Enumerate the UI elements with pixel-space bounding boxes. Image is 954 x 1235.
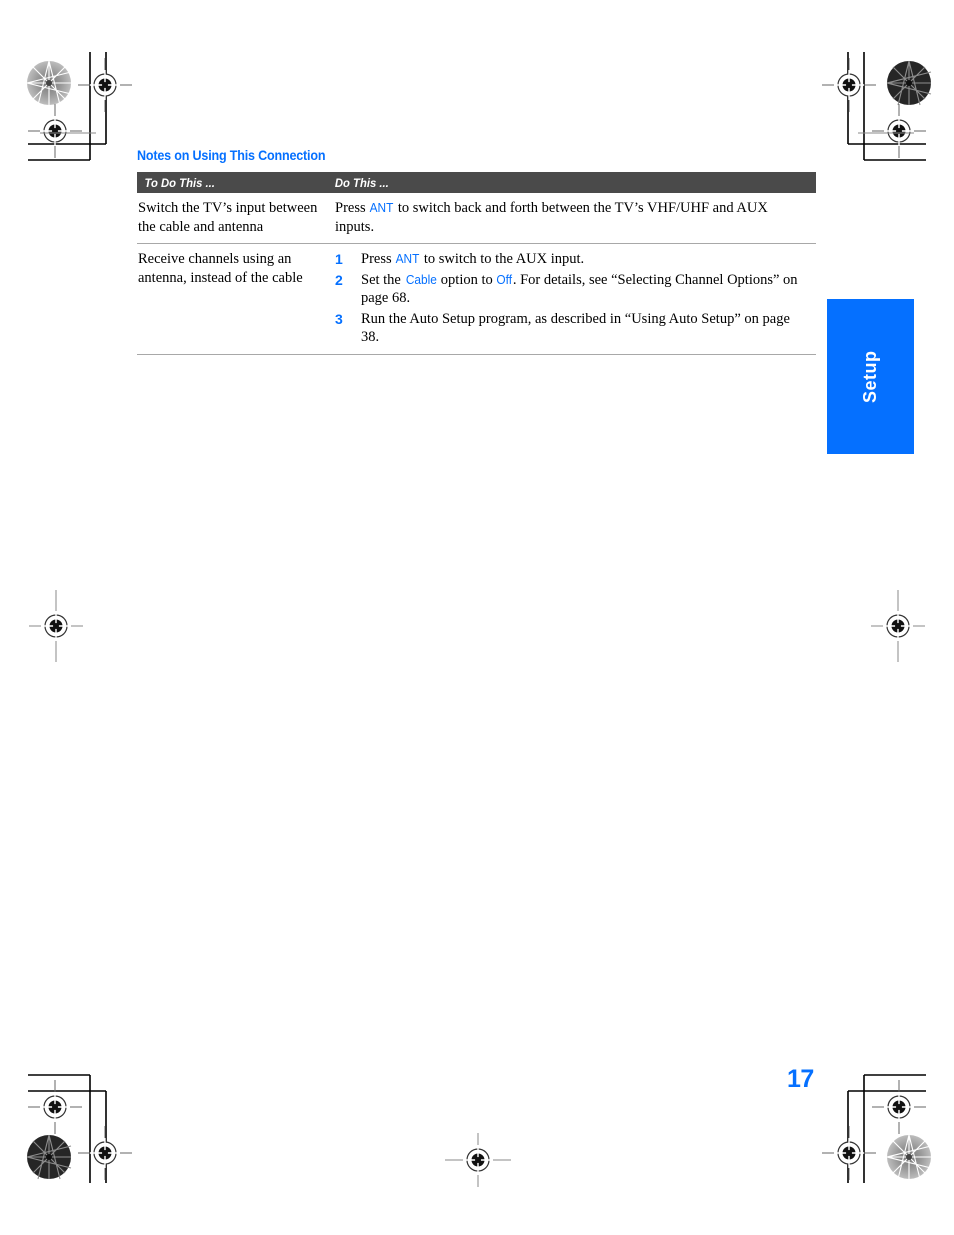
step-item: 1 Press ANT to switch to the AUX input. [335, 250, 816, 269]
keyword-ant: ANT [369, 201, 394, 215]
step-text-run: Set the [361, 271, 405, 288]
section-title: Notes on Using This Connection [137, 148, 326, 163]
step-number: 2 [335, 271, 343, 288]
table-row: Switch the TV’s input between the cable … [137, 193, 816, 244]
side-tab-label: Setup [860, 350, 880, 403]
step-item: 3 Run the Auto Setup program, as describe… [335, 310, 816, 347]
step-text-run: Run the Auto Setup program, as described… [361, 310, 790, 346]
column-header-to-do-this: To Do This ... [144, 175, 215, 190]
step-number: 3 [335, 310, 343, 327]
table-header-row: To Do This ... Do This ... [137, 172, 816, 193]
section-side-tab: Setup [827, 299, 914, 454]
notes-table: To Do This ... Do This ... Switch the TV… [137, 172, 816, 355]
action-text-before: Press [335, 200, 370, 216]
step-text: Set the Cable option to Off. For details… [361, 271, 816, 308]
row-action: Press ANT to switch back and forth betwe… [333, 199, 816, 236]
table-row: Receive channels using an antenna, inste… [137, 244, 816, 355]
step-number: 1 [335, 251, 343, 267]
step-list: 1 Press ANT to switch to the AUX input. 2 S… [335, 250, 816, 347]
action-text-after: to switch back and forth between the TV’… [335, 200, 768, 235]
step-text-run: to switch to the AUX input. [420, 251, 585, 267]
keyword-off: Off [496, 272, 513, 287]
row-action: 1 Press ANT to switch to the AUX input. 2 S… [333, 250, 816, 347]
step-item: 2 Set the Cable option to Off. For detail… [335, 271, 816, 308]
step-text-run: Press [361, 251, 396, 267]
keyword-cable: Cable [405, 272, 437, 287]
page-number: 17 [787, 1065, 814, 1093]
step-text: Press ANT to switch to the AUX input. [361, 250, 816, 269]
row-task-label: Receive channels using an antenna, inste… [138, 251, 303, 286]
row-task-label: Switch the TV’s input between the cable … [138, 200, 318, 235]
page-content: Notes on Using This Connection To Do Thi… [0, 0, 954, 1235]
column-header-do-this: Do This ... [334, 175, 389, 190]
step-text-run: option to [437, 271, 497, 288]
keyword-ant: ANT [395, 252, 420, 266]
step-text: Run the Auto Setup program, as described… [361, 310, 816, 347]
